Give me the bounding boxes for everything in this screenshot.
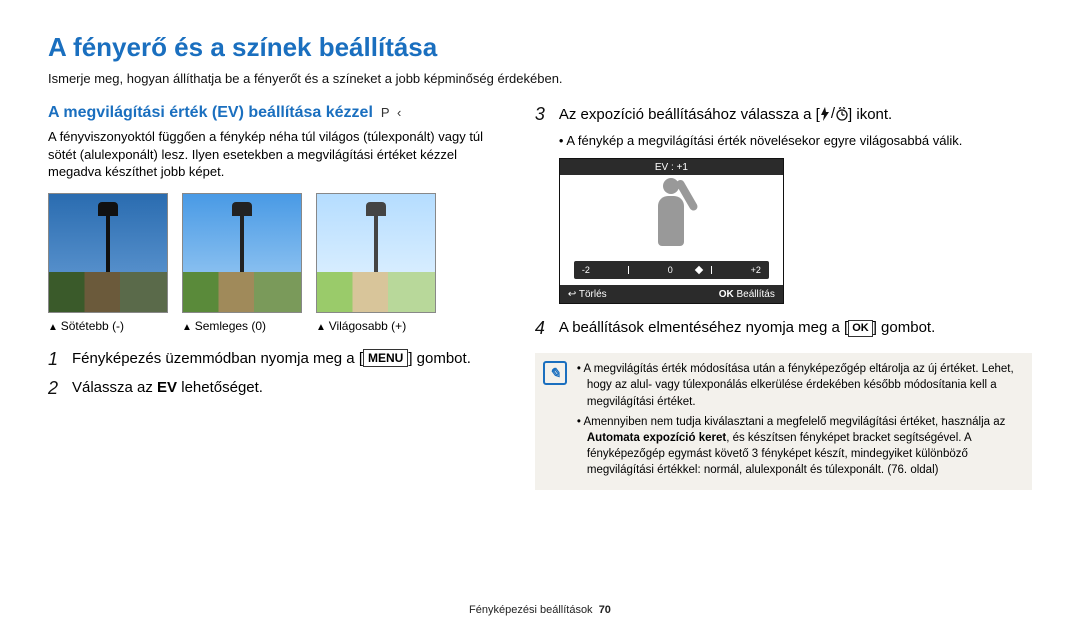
step-text-part: Az expozíció beállításához válassza a [ xyxy=(559,106,820,123)
step-2: 2 Válassza az EV lehetőséget. xyxy=(48,378,507,399)
step-number: 1 xyxy=(48,349,62,370)
step-text-part: lehetőséget. xyxy=(177,379,263,396)
thumb-image xyxy=(182,193,302,313)
thumb-neutral: Semleges (0) xyxy=(182,193,302,333)
thumb-caption: Semleges (0) xyxy=(182,319,302,333)
cancel-label: Törlés xyxy=(579,289,607,300)
ev-minus: -2 xyxy=(582,265,590,275)
example-thumbnails: Sötétebb (-) Semleges (0) Világosabb (+) xyxy=(48,193,507,333)
step-text-part: ] gombot. xyxy=(873,319,936,336)
note-item: Amennyiben nem tudja kiválasztani a megf… xyxy=(577,414,1024,478)
lcd-main: -2 0 +2 xyxy=(560,175,783,285)
ev-zero: 0 xyxy=(668,265,673,275)
step-text-part: ] gombot. xyxy=(408,350,471,367)
note-bold: Automata expozíció keret xyxy=(587,432,726,444)
mode-icons: P ‹ xyxy=(381,105,403,120)
step-text: Fényképezés üzemmódban nyomja meg a [MEN… xyxy=(72,349,471,370)
thumb-caption: Világosabb (+) xyxy=(316,319,436,333)
ok-label: Beállítás xyxy=(737,289,775,300)
thumb-lighter: Világosabb (+) xyxy=(316,193,436,333)
menu-button-label: MENU xyxy=(363,349,408,367)
lcd-ok[interactable]: OK Beállítás xyxy=(719,289,775,300)
ev-bold: EV xyxy=(157,379,177,396)
ok-icon: OK xyxy=(719,289,734,300)
step-1: 1 Fényképezés üzemmódban nyomja meg a [M… xyxy=(48,349,507,370)
thumb-caption: Sötétebb (-) xyxy=(48,319,168,333)
step-3: 3 Az expozíció beállításához válassza a … xyxy=(535,104,1032,125)
step-text-part: ] ikont. xyxy=(848,106,892,123)
step-text-part: Fényképezés üzemmódban nyomja meg a [ xyxy=(72,350,363,367)
ev-heading-text: A megvilágítási érték (EV) beállítása ké… xyxy=(48,104,373,122)
thumb-darker: Sötétebb (-) xyxy=(48,193,168,333)
note-item: A megvilágítás érték módosítása után a f… xyxy=(577,361,1024,409)
footer-section: Fényképezési beállítások xyxy=(469,604,593,616)
lcd-preview: EV : +1 -2 0 +2 ↩ Törlés xyxy=(559,158,784,304)
note-icon: ✎ xyxy=(543,361,567,385)
step-4: 4 A beállítások elmentéséhez nyomja meg … xyxy=(535,318,1032,339)
note-box: ✎ A megvilágítás érték módosítása után a… xyxy=(535,353,1032,490)
ev-slider[interactable]: -2 0 +2 xyxy=(574,261,769,279)
step-number: 2 xyxy=(48,378,62,399)
page-title: A fényerő és a színek beállítása xyxy=(48,32,1032,63)
step-text: Az expozíció beállításához válassza a [/… xyxy=(559,104,892,125)
ev-plus: +2 xyxy=(751,265,761,275)
lcd-bottom-bar: ↩ Törlés OK Beállítás xyxy=(560,285,783,303)
step-number: 4 xyxy=(535,318,549,339)
back-icon: ↩ xyxy=(568,289,576,300)
thumb-image xyxy=(48,193,168,313)
page-subtitle: Ismerje meg, hogyan állíthatja be a fény… xyxy=(48,71,1032,86)
lcd-ev-label: EV : +1 xyxy=(560,159,783,175)
page-footer: Fényképezési beállítások 70 xyxy=(0,604,1080,616)
ok-button-label: OK xyxy=(848,320,873,337)
step-text: Válassza az EV lehetőséget. xyxy=(72,378,263,399)
thumb-image xyxy=(316,193,436,313)
step-text-part: A beállítások elmentéséhez nyomja meg a … xyxy=(559,319,848,336)
step-3-bullet: A fénykép a megvilágítási érték növelése… xyxy=(559,133,1032,148)
note-list: A megvilágítás érték módosítása után a f… xyxy=(577,361,1024,482)
ev-heading: A megvilágítási érték (EV) beállítása ké… xyxy=(48,104,507,122)
footer-page-number: 70 xyxy=(599,604,611,616)
flash-timer-icon: / xyxy=(820,104,848,124)
person-silhouette-icon xyxy=(646,178,696,260)
step-number: 3 xyxy=(535,104,549,125)
ev-slider-handle[interactable] xyxy=(695,266,703,274)
note-text-part: Amennyiben nem tudja kiválasztani a megf… xyxy=(583,416,1005,428)
step-text-part: Válassza az xyxy=(72,379,157,396)
ev-intro: A fényviszonyoktól függően a fénykép néh… xyxy=(48,128,507,181)
step-text: A beállítások elmentéséhez nyomja meg a … xyxy=(559,318,935,339)
lcd-cancel[interactable]: ↩ Törlés xyxy=(568,289,607,300)
